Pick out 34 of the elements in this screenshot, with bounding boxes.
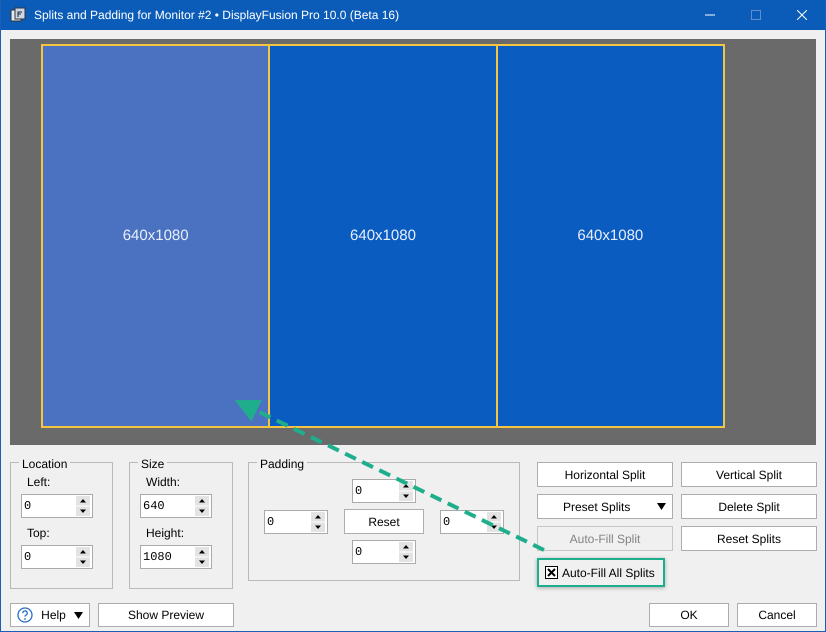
help-icon <box>17 607 33 623</box>
split-button[interactable]: Delete Split <box>681 494 817 519</box>
show-preview-button[interactable]: Show Preview <box>98 603 234 627</box>
field-label: Left: <box>27 474 52 491</box>
monitor-split[interactable]: 640x1080 <box>496 44 725 428</box>
close-icon[interactable] <box>797 10 807 20</box>
spinner-arrows-icon[interactable] <box>399 542 413 562</box>
monitor-split[interactable]: 640x1080 <box>268 44 498 428</box>
cancel-button[interactable]: Cancel <box>737 603 817 627</box>
spinner-arrows-icon[interactable] <box>76 496 90 516</box>
dropdown-caret-icon <box>74 612 83 618</box>
app-icon <box>10 7 26 23</box>
help-button[interactable]: Help <box>10 603 90 627</box>
spinner-arrows-icon[interactable] <box>195 496 209 516</box>
checkbox[interactable] <box>545 566 558 579</box>
field-label: Width: <box>146 474 182 491</box>
field-label: Top: <box>27 525 51 542</box>
monitor-split[interactable]: 640x1080 <box>41 44 270 428</box>
split-button[interactable]: Reset Splits <box>681 526 817 551</box>
spinner-arrows-icon[interactable] <box>487 512 501 532</box>
split-button[interactable]: Horizontal Split <box>537 462 673 487</box>
field-label: Height: <box>146 525 186 542</box>
reset-button[interactable]: Reset <box>344 509 424 534</box>
spinner-arrows-icon[interactable] <box>195 547 209 567</box>
ok-button[interactable]: OK <box>649 603 729 627</box>
spinner-arrows-icon[interactable] <box>311 512 325 532</box>
checkbox-label[interactable]: Auto-Fill All Splits <box>562 564 655 582</box>
dropdown-button[interactable]: Preset Splits <box>537 494 673 519</box>
split-button[interactable]: Vertical Split <box>681 462 817 487</box>
window-title: Splits and Padding for Monitor #2 • DisplayFusion Pro 10.0 (Beta 16) <box>34 7 400 24</box>
split-button: Auto-Fill Split <box>537 526 673 551</box>
dropdown-caret-icon <box>657 503 666 510</box>
spinner-arrows-icon[interactable] <box>399 481 413 501</box>
spinner-arrows-icon[interactable] <box>76 547 90 567</box>
